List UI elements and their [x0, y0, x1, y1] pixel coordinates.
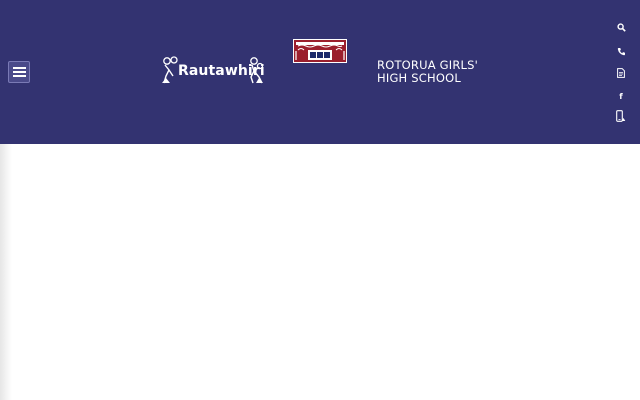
hamburger-bar: [13, 75, 26, 77]
phone-button[interactable]: [612, 44, 630, 58]
hamburger-bar: [13, 71, 26, 73]
school-name[interactable]: ROTORUA GIRLS' HIGH SCHOOL: [377, 59, 478, 85]
facebook-icon: f: [619, 91, 623, 101]
search-button[interactable]: [612, 20, 630, 34]
page-edge-shadow: [0, 144, 12, 400]
mobile-app-icon: [616, 110, 626, 122]
document-button[interactable]: [612, 66, 630, 80]
rautawhiri-logo[interactable]: Rautawhiri: [160, 56, 266, 86]
kapa-haka-right-icon: [250, 57, 264, 84]
hamburger-bar: [13, 67, 26, 69]
document-icon: [617, 68, 625, 78]
site-header: Rautawhiri ROTORUA GIRLS' HIGH SCHOOL f: [0, 0, 640, 144]
hamburger-menu-button[interactable]: [8, 61, 30, 83]
search-icon: [616, 22, 626, 32]
school-crest-icon[interactable]: [293, 39, 347, 63]
mobile-app-button[interactable]: [612, 109, 630, 123]
school-name-line2: HIGH SCHOOL: [377, 71, 461, 85]
facebook-button[interactable]: f: [612, 89, 630, 103]
phone-icon: [617, 47, 625, 55]
